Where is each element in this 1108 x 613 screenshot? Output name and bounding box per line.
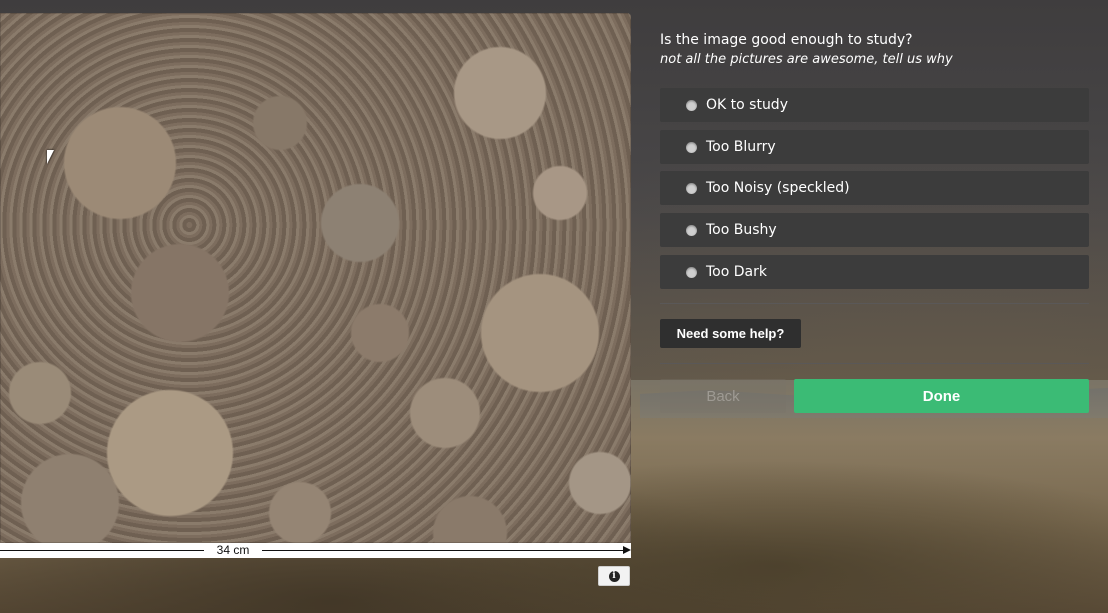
scale-label: 34 cm [204,543,262,558]
radio-icon[interactable] [686,182,697,194]
task-instruction: not all the pictures are awesome, tell u… [660,52,953,67]
answer-option-label: Too Noisy (speckled) [706,180,850,196]
radio-icon[interactable] [686,224,697,236]
scale-bar: 34 cm [0,543,631,558]
answer-options: OK to study Too Blurry Too Noisy (speckl… [660,88,1089,297]
image-info-button[interactable]: i [598,566,630,586]
need-help-button[interactable]: Need some help? [660,319,801,348]
scale-arrow-right-icon [623,546,631,554]
subject-image-rocks[interactable] [0,13,631,543]
radio-icon[interactable] [686,141,697,153]
radio-icon[interactable] [686,266,697,278]
answer-option-too-noisy[interactable]: Too Noisy (speckled) [660,171,1089,205]
info-icon: i [608,570,620,582]
divider [660,303,1089,304]
divider [660,363,1089,364]
answer-option-too-blurry[interactable]: Too Blurry [660,130,1089,164]
task-question: Is the image good enough to study? [660,32,913,48]
scale-line [0,550,624,551]
answer-option-label: Too Dark [706,264,767,280]
mouse-cursor-icon [47,150,54,164]
back-button[interactable]: Back [660,379,786,413]
answer-option-label: Too Bushy [706,222,777,238]
answer-option-label: Too Blurry [706,139,776,155]
done-button[interactable]: Done [794,379,1089,413]
radio-icon[interactable] [686,99,697,111]
answer-option-too-dark[interactable]: Too Dark [660,255,1089,289]
task-panel: Is the image good enough to study? not a… [660,30,1089,413]
answer-option-too-bushy[interactable]: Too Bushy [660,213,1089,247]
answer-option-ok-to-study[interactable]: OK to study [660,88,1089,122]
answer-option-label: OK to study [706,97,788,113]
